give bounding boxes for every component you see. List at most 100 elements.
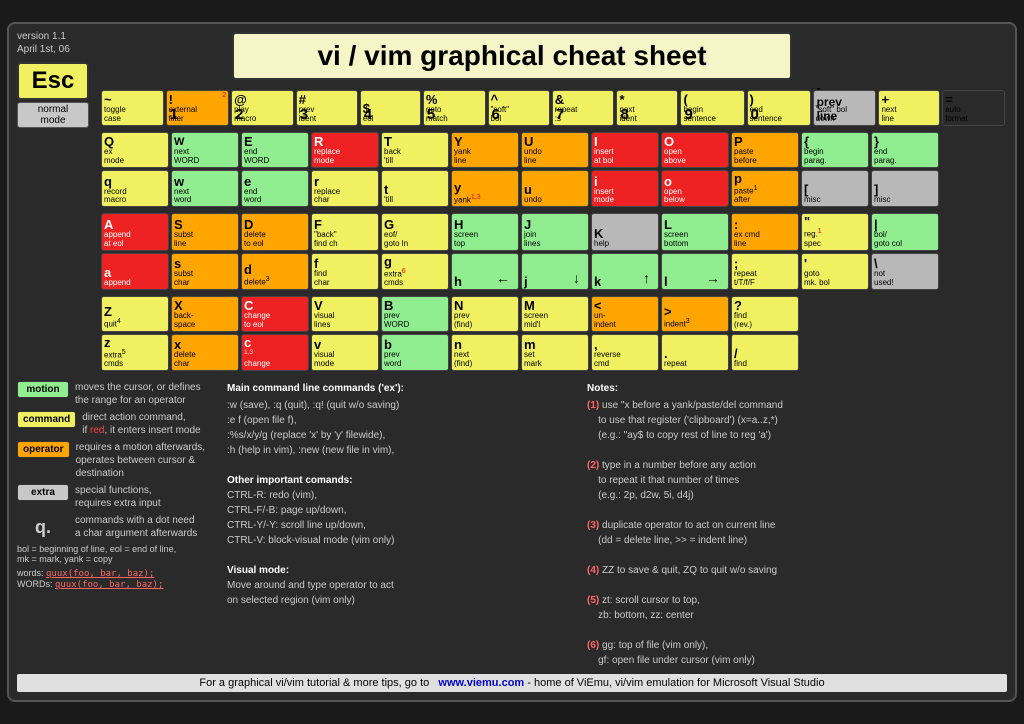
key-m[interactable]: m setmark [521,334,589,371]
key-l[interactable]: l → [661,253,729,290]
legend-extra-badge: extra [17,484,69,501]
key-T[interactable]: T back'till [381,132,449,168]
key-D[interactable]: D deleteto eol [241,213,309,250]
key-f[interactable]: f findchar [311,253,379,290]
legend-extra-text: special functions,requires extra input [75,484,161,510]
notes-section: Notes: (1) use "x before a yank/paste/de… [587,381,1007,668]
bottom-bar-suffix: - home of ViEmu, vi/vim emulation for Mi… [527,677,824,689]
legend-command-text: direct action command,if red, it enters … [82,411,200,437]
key-W-upper[interactable]: W nextWORD [171,132,239,168]
key-N[interactable]: N prev(find) [451,296,519,332]
key-b[interactable]: b prevword [381,334,449,371]
key-r[interactable]: r replacechar [311,170,379,207]
key-F[interactable]: F "back"find ch [311,213,379,250]
key-e[interactable]: e endword [241,170,309,207]
key-Z[interactable]: Z quit4 [101,296,169,332]
key-G[interactable]: G eof/goto ln [381,213,449,250]
key-slash[interactable]: / find [731,334,799,371]
key-O[interactable]: O openabove [661,132,729,168]
key-lbracket[interactable]: [ misc [801,170,869,207]
key-j[interactable]: j ↓ [521,253,589,290]
key-v[interactable]: v visualmode [311,334,379,371]
key-s[interactable]: s substchar [171,253,239,290]
number-row: ~ togglecase ! externalfilter 1 2 @ play… [99,88,1007,128]
viemu-link[interactable]: www.viemu.com [438,677,524,689]
key-lbrace[interactable]: { beginparag. [801,132,869,168]
key-g[interactable]: g extra6cmds [381,253,449,290]
key-quote[interactable]: " reg.1spec [801,213,869,250]
key-C[interactable]: C changeto eol [241,296,309,332]
key-0[interactable]: ) endsentence 0 [747,90,811,126]
key-o[interactable]: o openbelow [661,170,729,207]
key-n[interactable]: n next(find) [451,334,519,371]
key-minus[interactable]: _ "soft" boldown -prevline [813,90,877,126]
key-J[interactable]: J joinlines [521,213,589,250]
key-B[interactable]: B prevWORD [381,296,449,332]
bottom-bar-text: For a graphical vi/vim tutorial & more t… [199,677,429,689]
key-a[interactable]: a append [101,253,169,290]
key-d[interactable]: d delete3 [241,253,309,290]
bol-legend: bol = beginning of line, eol = end of li… [17,544,217,564]
key-comma[interactable]: , reversecmd [591,334,659,371]
legend-motion-text: moves the cursor, or definesthe range fo… [75,381,201,407]
key-backslash[interactable]: \ notused! [871,253,939,290]
key-plus[interactable]: + nextline [878,90,940,126]
key-I[interactable]: I insertat bol [591,132,659,168]
key-h[interactable]: h ← [451,253,519,290]
key-U[interactable]: U undoline [521,132,589,168]
key-x[interactable]: x deletechar [171,334,239,371]
key-semicolon[interactable]: ; repeatt/T/f/F [731,253,799,290]
key-i[interactable]: i insertmode [591,170,659,207]
key-X[interactable]: X back-space [171,296,239,332]
key-lt[interactable]: < un-indent [591,296,659,332]
key-pipe[interactable]: | bol/goto col [871,213,939,250]
key-4[interactable]: $ eol 4 [360,90,421,126]
key-8[interactable]: * nextident 8 [616,90,678,126]
key-S[interactable]: S substline [171,213,239,250]
key-t[interactable]: t 'till [381,170,449,207]
commands-title: Main command line commands ('ex'): [227,381,577,396]
note-5-num: (5) [587,595,599,606]
key-7[interactable]: & repeat:s 7 [552,90,615,126]
key-apos[interactable]: ' gotomk. bol [801,253,869,290]
key-Q[interactable]: Q exmode [101,132,169,168]
key-p[interactable]: p paste1after [731,170,799,207]
qdot-text: commands with a dot needa char argument … [75,514,197,540]
key-E[interactable]: E endWORD [241,132,309,168]
title-area: vi / vim graphical cheat sheet [232,32,792,80]
key-rbracket[interactable]: ] misc [871,170,939,207]
key-5[interactable]: % gotomatch 5 [423,90,486,126]
key-6[interactable]: ^ "soft"bol 6 [488,90,550,126]
key-L[interactable]: L screenbottom [661,213,729,250]
commands-body: :w (save), :q (quit), :q! (quit w/o savi… [227,398,577,608]
words-label: words: [17,568,46,578]
key-H[interactable]: H screentop [451,213,519,250]
key-w[interactable]: w nextword [171,170,239,207]
key-colon[interactable]: : ex cmdline [731,213,799,250]
key-z[interactable]: z extra5cmds [101,334,169,371]
key-V[interactable]: V visuallines [311,296,379,332]
key-y[interactable]: y yank1,3 [451,170,519,207]
key-A[interactable]: A appendat eol [101,213,169,250]
key-dot[interactable]: . repeat [661,334,729,371]
key-gt[interactable]: > indent3 [661,296,729,332]
visual-mode-title: Visual mode: [227,565,289,576]
key-q[interactable]: q recordmacro [101,170,169,207]
key-R[interactable]: R replacemode [311,132,379,168]
key-equal[interactable]: = autoformat [942,90,1005,126]
WORDS-value: quux(foo, bar, baz); [55,580,163,590]
key-M[interactable]: M screenmid'l [521,296,589,332]
key-2[interactable]: @ playmacro 2 [231,90,294,126]
key-u[interactable]: u undo [521,170,589,207]
key-3[interactable]: # prevident 3 [296,90,358,126]
key-P[interactable]: P pastebefore [731,132,799,168]
key-9[interactable]: ( beginsentence 9 [680,90,744,126]
key-question[interactable]: ? find(rev.) [731,296,799,332]
key-k[interactable]: k ↑ [591,253,659,290]
key-Y[interactable]: Y yankline [451,132,519,168]
key-rbrace[interactable]: } endparag. [871,132,939,168]
key-1[interactable]: ! externalfilter 1 2 [166,90,230,126]
key-K[interactable]: K help [591,213,659,250]
key-c[interactable]: c 1,3change [241,334,309,371]
key-tilde[interactable]: ~ togglecase [101,90,164,126]
